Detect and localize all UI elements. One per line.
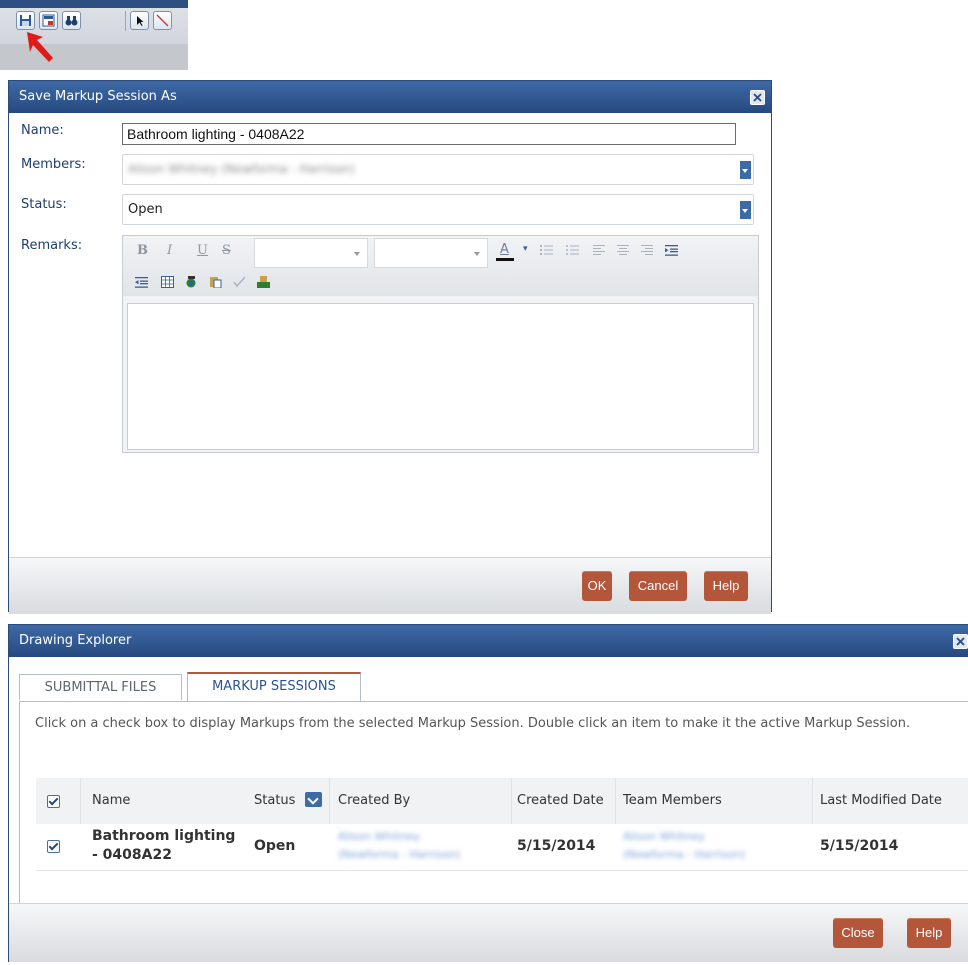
save-markup-session-dialog: Save Markup Session As Name: Members: Al…	[8, 80, 772, 614]
row-name-line2: - 0408A22	[92, 847, 172, 863]
bullet-list-icon[interactable]	[566, 244, 579, 256]
close-icon[interactable]	[750, 90, 765, 105]
status-value: Open	[128, 202, 163, 217]
html-source-icon[interactable]	[257, 276, 270, 288]
font-color-button[interactable]: A	[500, 242, 509, 257]
row-checkbox[interactable]	[47, 840, 60, 853]
instruction-text: Click on a check box to display Markups …	[35, 716, 911, 731]
paste-icon[interactable]	[209, 276, 222, 288]
binoculars-icon[interactable]	[62, 11, 81, 30]
explorer-title: Drawing Explorer	[19, 633, 132, 648]
row-last-modified: 5/15/2014	[820, 838, 899, 854]
font-family-select[interactable]	[254, 238, 368, 268]
status-filter-dropdown-icon[interactable]	[305, 792, 322, 807]
column-header-last-modified[interactable]: Last Modified Date	[820, 793, 942, 808]
members-label: Members:	[21, 157, 86, 172]
spellcheck-icon[interactable]	[233, 276, 246, 288]
status-label: Status:	[21, 197, 67, 212]
markup-sessions-grid: Name Status Created By Created Date Team…	[36, 778, 968, 871]
indent-icon[interactable]	[665, 244, 678, 256]
chevron-down-icon[interactable]	[740, 201, 751, 219]
chevron-down-icon[interactable]	[740, 161, 751, 179]
align-center-icon[interactable]	[617, 244, 630, 256]
align-right-icon[interactable]	[641, 244, 654, 256]
insert-table-icon[interactable]	[161, 276, 174, 288]
main-toolbar	[0, 0, 188, 70]
grid-header: Name Status Created By Created Date Team…	[36, 778, 968, 870]
font-color-dropdown-icon[interactable]: ▾	[523, 244, 528, 254]
font-size-select[interactable]	[374, 238, 488, 268]
table-row[interactable]: Bathroom lighting - 0408A22 Open Alison …	[36, 824, 968, 871]
dialog-footer: OK Cancel Help	[9, 557, 771, 614]
name-label: Name:	[21, 123, 64, 138]
toolbar-separator	[125, 11, 126, 31]
close-button[interactable]: Close	[833, 918, 883, 948]
row-team-members-line2: (Newforma - Harrison)	[623, 848, 746, 861]
cancel-button[interactable]: Cancel	[629, 571, 687, 601]
row-created-date: 5/15/2014	[517, 838, 596, 854]
tab-submittal-files[interactable]: SUBMITTAL FILES	[19, 674, 182, 700]
underline-button[interactable]: U	[197, 243, 208, 258]
markup-sessions-panel: Click on a check box to display Markups …	[19, 701, 968, 917]
explorer-title-bar: Drawing Explorer	[9, 625, 968, 657]
dialog-title: Save Markup Session As	[19, 89, 177, 104]
drawing-explorer-window: Drawing Explorer SUBMITTAL FILES MARKUP …	[8, 624, 968, 962]
column-header-team-members[interactable]: Team Members	[623, 793, 722, 808]
close-icon[interactable]	[953, 634, 968, 649]
ok-button[interactable]: OK	[582, 571, 612, 601]
strikethrough-button[interactable]: S	[222, 243, 231, 258]
font-color-swatch	[496, 258, 514, 261]
help-button[interactable]: Help	[907, 918, 951, 948]
column-header-name[interactable]: Name	[92, 793, 130, 808]
row-team-members-line1: Alison Whitney	[623, 830, 706, 843]
explorer-footer: Close Help	[9, 903, 968, 962]
row-status: Open	[254, 838, 296, 854]
tab-markup-sessions[interactable]: MARKUP SESSIONS	[187, 672, 361, 701]
members-select[interactable]: Alison Whitney (Newforma - Harrison)	[122, 154, 754, 185]
dialog-title-bar: Save Markup Session As	[9, 81, 771, 113]
align-left-icon[interactable]	[593, 244, 606, 256]
italic-button[interactable]: I	[167, 243, 172, 258]
select-arrow-icon[interactable]	[130, 11, 149, 30]
toolbar-top-band	[0, 0, 188, 8]
bold-button[interactable]: B	[137, 243, 148, 258]
remarks-text-area[interactable]	[127, 303, 754, 450]
remarks-rich-text-editor: B I U S A ▾	[122, 235, 759, 453]
column-header-status[interactable]: Status	[254, 793, 295, 808]
row-created-by-line1: Alison Whitney	[338, 830, 421, 843]
remarks-label: Remarks:	[21, 238, 83, 253]
red-arrow-pointer-icon	[27, 32, 53, 62]
members-value: Alison Whitney (Newforma - Harrison)	[128, 162, 355, 176]
insert-image-icon[interactable]	[185, 276, 198, 288]
select-all-checkbox[interactable]	[47, 795, 60, 808]
editor-toolbar: B I U S A ▾	[123, 236, 758, 296]
column-header-created-date[interactable]: Created Date	[517, 793, 604, 808]
name-input[interactable]	[122, 123, 736, 145]
draw-line-icon[interactable]	[153, 11, 172, 30]
status-select[interactable]: Open	[122, 194, 754, 225]
row-created-by-line2: (Newforma - Harrison)	[338, 848, 461, 861]
outdent-icon[interactable]	[135, 276, 148, 288]
column-header-created-by[interactable]: Created By	[338, 793, 410, 808]
numbered-list-icon[interactable]	[540, 244, 553, 256]
help-button[interactable]: Help	[704, 571, 748, 601]
row-name-line1: Bathroom lighting	[92, 828, 236, 844]
